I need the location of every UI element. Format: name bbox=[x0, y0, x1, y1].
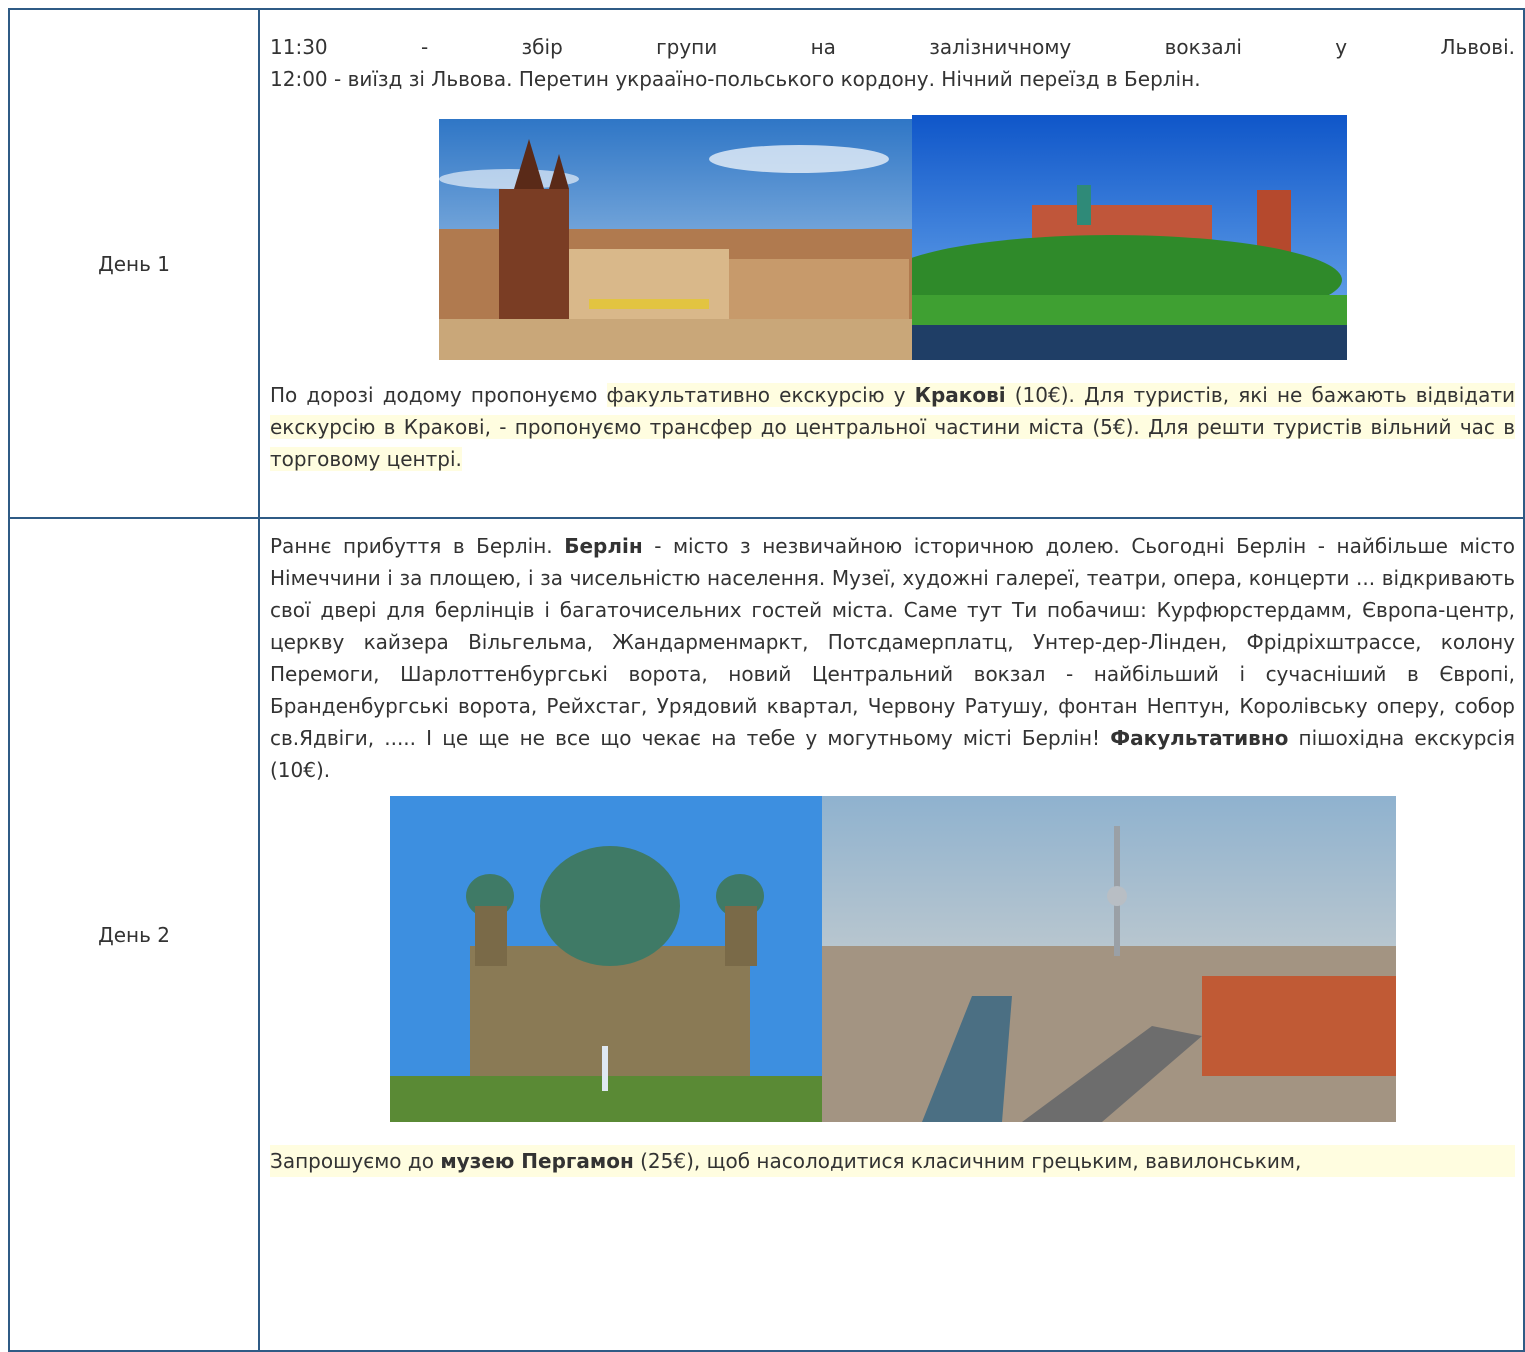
day-content: Раннє прибуття в Берлін. Берлін - місто … bbox=[258, 517, 1525, 1352]
city-name-bold: Берлін bbox=[564, 534, 643, 558]
optional-bold: Факультативно bbox=[1110, 726, 1289, 750]
museum-text: Запрошуємо до bbox=[270, 1149, 441, 1173]
museum-text: (25€), щоб насолодитися класичним грецьк… bbox=[633, 1149, 1302, 1173]
berlin-skyline-photo bbox=[821, 796, 1396, 1122]
museum-name-bold: музею Пергамон bbox=[440, 1149, 634, 1173]
krakow-market-square-photo bbox=[438, 119, 912, 360]
description-paragraph: Раннє прибуття в Берлін. Берлін - місто … bbox=[270, 530, 1515, 786]
itinerary-table: День 1 11:30 - збір групи на залізничном… bbox=[8, 8, 1525, 1352]
schedule-line: 11:30 - збір групи на залізничному вокза… bbox=[270, 31, 1515, 63]
description-text: Раннє прибуття в Берлін. bbox=[270, 534, 565, 558]
itinerary-row-day-1: День 1 11:30 - збір групи на залізничном… bbox=[8, 8, 1525, 519]
berlin-cathedral-photo bbox=[389, 796, 822, 1122]
schedule-line: 12:00 - виїзд зі Львова. Перетин украаїн… bbox=[270, 63, 1515, 95]
description-text: - місто з незвичайною історичною долею. … bbox=[270, 534, 1515, 750]
photo-row bbox=[270, 796, 1515, 1122]
wawel-castle-photo bbox=[911, 115, 1347, 360]
day-label: День 1 bbox=[8, 8, 260, 519]
day-content: 11:30 - збір групи на залізничному вокза… bbox=[258, 8, 1525, 519]
schedule-text: 11:30 - збір групи на залізничному вокза… bbox=[270, 35, 1515, 59]
photo-row bbox=[270, 115, 1515, 360]
excursion-paragraph: По дорозі додому пропонуємо факультативн… bbox=[270, 379, 1515, 475]
day-label: День 2 bbox=[8, 517, 260, 1352]
museum-paragraph: Запрошуємо до музею Пергамон (25€), щоб … bbox=[270, 1145, 1515, 1177]
excursion-text: факультативно екскурсію у bbox=[606, 383, 915, 407]
schedule-text: 12:00 - виїзд зі Львова. Перетин украаїн… bbox=[270, 67, 1201, 91]
itinerary-row-day-2: День 2 Раннє прибуття в Берлін. Берлін -… bbox=[8, 517, 1525, 1352]
excursion-text: По дорозі додому пропонуємо bbox=[270, 383, 607, 407]
city-name-bold: Кракові bbox=[914, 383, 1006, 407]
